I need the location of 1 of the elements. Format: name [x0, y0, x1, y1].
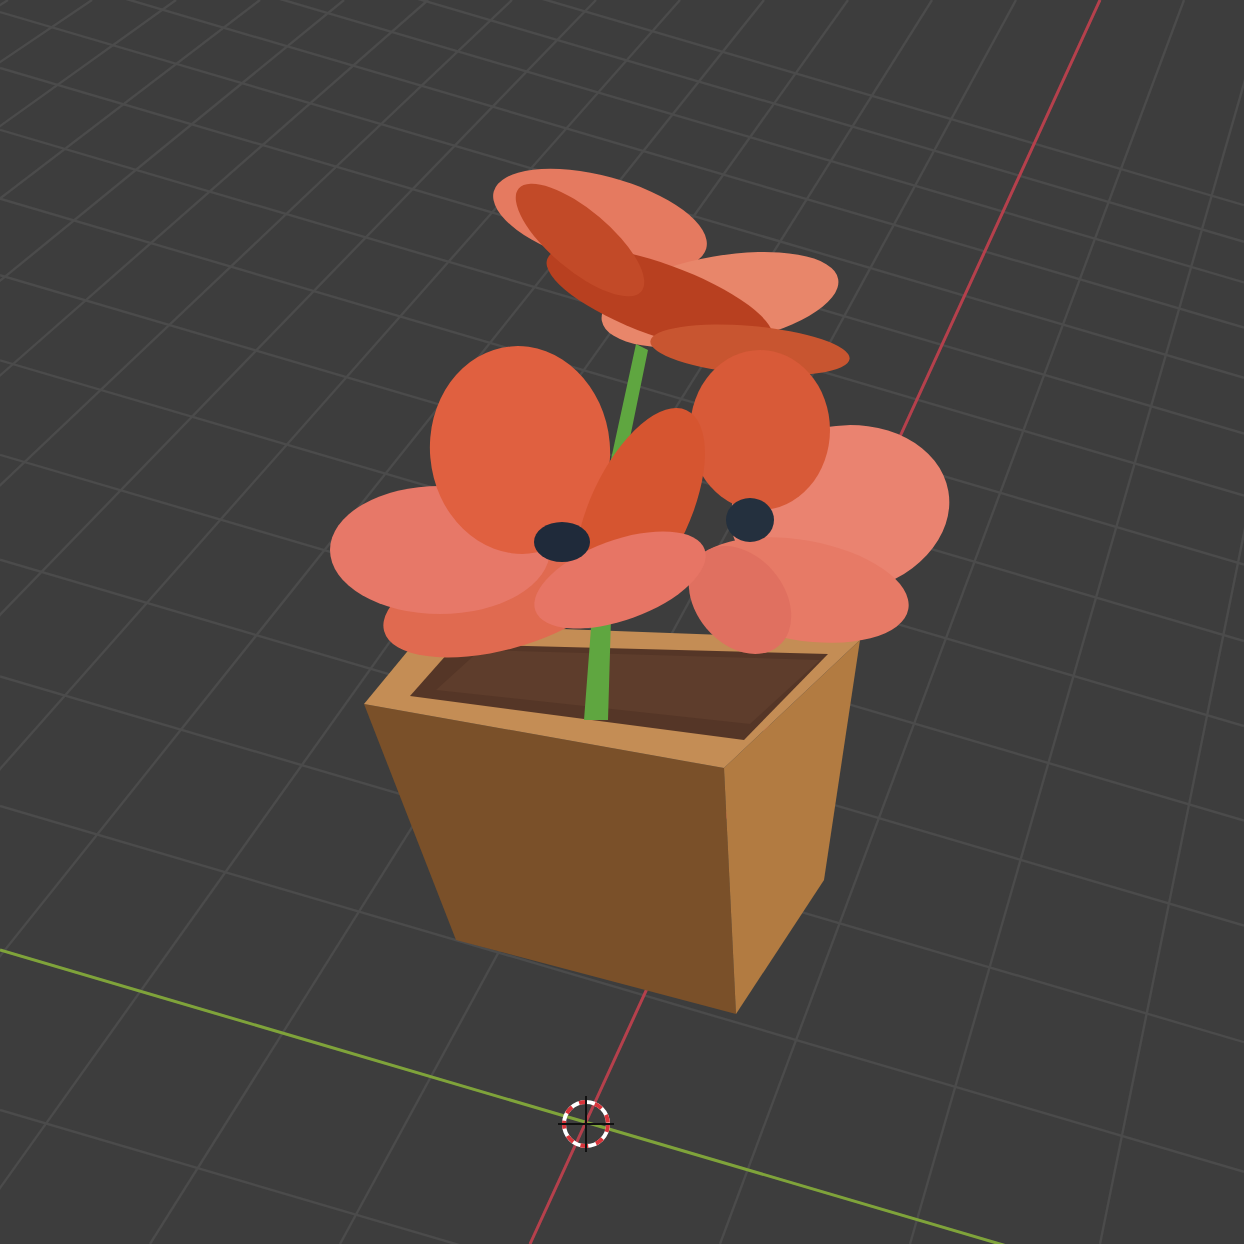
crosshair-icon: [557, 1095, 615, 1153]
